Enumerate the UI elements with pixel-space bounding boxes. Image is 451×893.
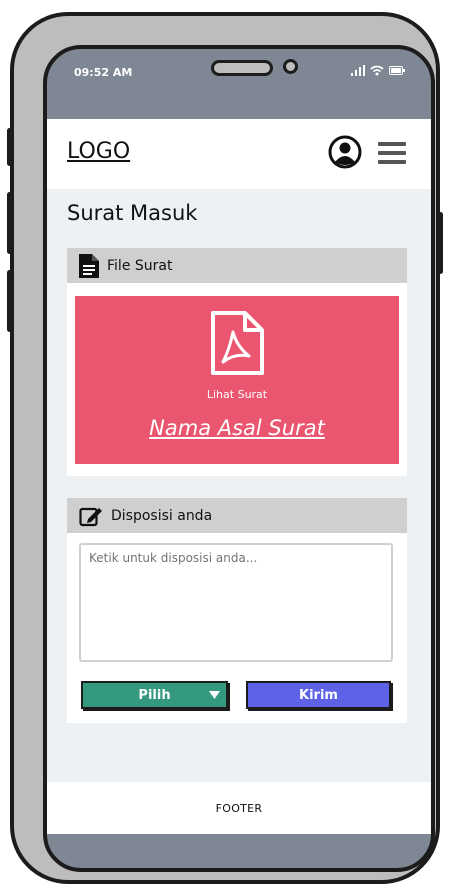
status-icons [351,65,405,76]
file-card-title: File Surat [107,257,173,274]
volume-button [7,128,12,166]
file-card: File Surat Lihat Surat Nama Asal Surat [67,248,407,476]
footer-text: FOOTER [215,801,263,815]
logo[interactable]: LOGO [67,139,130,164]
send-button-label: Kirim [299,687,338,703]
volume-button [7,270,12,332]
volume-button [7,192,12,254]
camera-icon [283,59,298,74]
wifi-icon [370,65,384,76]
disposition-card-title: Disposisi anda [111,507,213,524]
phone-frame: 09:52 AM LOGO Surat Masuk File Surat Lih… [7,12,443,884]
speaker-icon [211,60,273,76]
page-title: Surat Masuk [67,201,198,225]
document-icon [79,253,99,278]
disposition-input[interactable] [79,543,393,662]
footer: FOOTER [47,782,431,834]
phone-screen-frame: 09:52 AM LOGO Surat Masuk File Surat Lih… [43,45,435,872]
file-card-header: File Surat [67,248,407,283]
pdf-preview[interactable]: Lihat Surat Nama Asal Surat [75,296,399,464]
sender-name-link[interactable]: Nama Asal Surat [75,416,399,440]
hamburger-menu-icon[interactable] [378,141,406,165]
status-time: 09:52 AM [74,66,133,79]
status-bar: 09:52 AM [47,49,431,109]
view-letter-label[interactable]: Lihat Surat [75,388,399,401]
app-header: LOGO [47,119,431,189]
pdf-file-icon [211,311,264,375]
power-button [438,212,443,274]
caret-down-icon [209,691,220,699]
disposition-card: Disposisi anda Pilih Kirim [67,498,407,723]
app-screen: LOGO Surat Masuk File Surat Lihat Surat … [47,119,431,834]
user-avatar-icon[interactable] [328,135,362,169]
edit-icon [79,507,102,526]
send-button[interactable]: Kirim [246,681,391,709]
battery-icon [389,66,405,75]
select-label: Pilih [138,687,171,703]
disposition-card-header: Disposisi anda [67,498,407,533]
signal-icon [351,65,365,76]
select-dropdown[interactable]: Pilih [81,681,228,709]
